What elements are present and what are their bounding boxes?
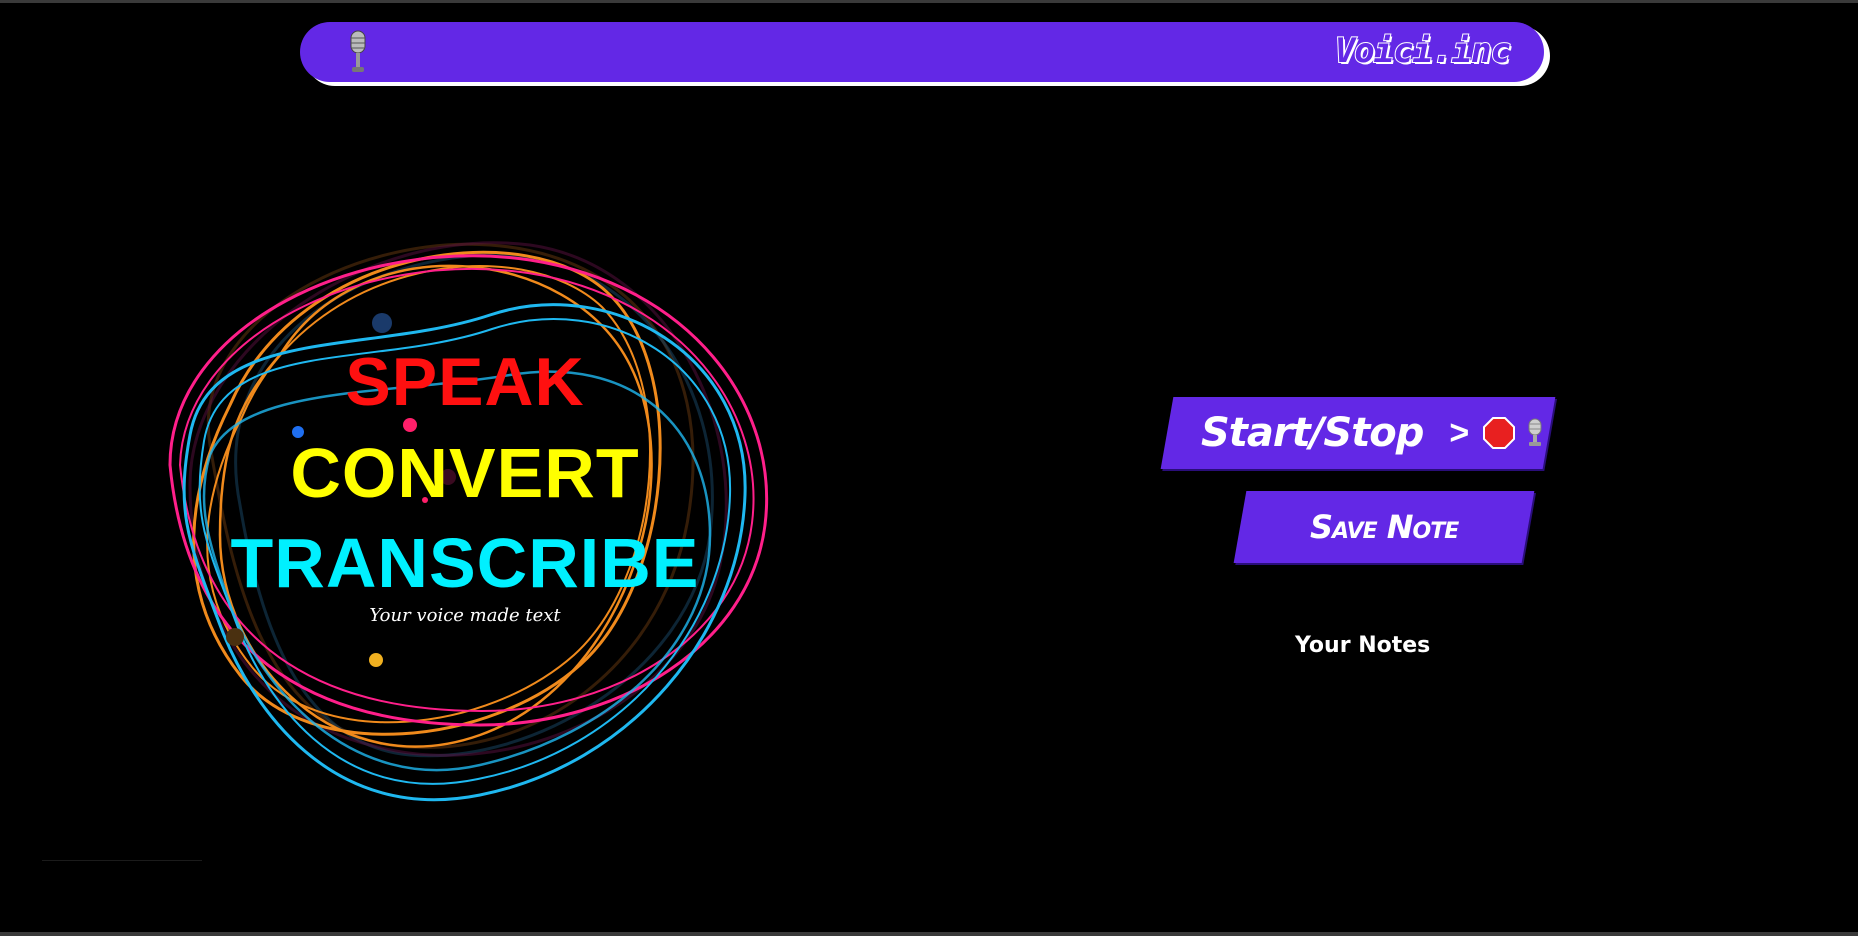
hero-tagline: Your voice made text — [369, 605, 561, 626]
start-stop-button[interactable]: Start/Stop > — [1160, 397, 1556, 469]
chevron-right-icon: > — [1449, 413, 1470, 452]
start-stop-label: Start/Stop — [1201, 410, 1424, 456]
window-top-border — [0, 0, 1858, 3]
hero-illustration: SPEAK CONVERT TRANSCRIBE Your voice made… — [150, 205, 780, 815]
microphone-icon — [1528, 418, 1542, 446]
brand-logo[interactable]: Voici.inc — [1334, 30, 1512, 72]
window-bottom-border — [0, 932, 1858, 936]
hero-word-transcribe: TRANSCRIBE — [230, 524, 700, 602]
stop-sign-icon — [1483, 417, 1516, 449]
save-note-label: Save Note — [1310, 508, 1459, 546]
header-bar: Voici.inc — [300, 22, 1544, 82]
hero-word-convert: CONVERT — [290, 434, 640, 512]
divider — [42, 860, 202, 861]
microphone-icon — [350, 30, 366, 72]
notes-heading: Your Notes — [1295, 633, 1431, 658]
save-note-button[interactable]: Save Note — [1233, 491, 1535, 563]
hero-word-speak: SPEAK — [345, 344, 585, 420]
